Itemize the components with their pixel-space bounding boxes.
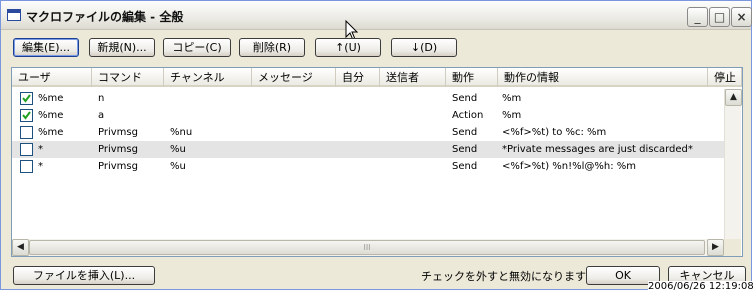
cell-action: Action — [452, 110, 484, 121]
cell-action-info: *Private messages are just discarded* — [502, 144, 693, 155]
move-up-button[interactable]: ↑(U) — [315, 38, 381, 57]
minimize-button[interactable]: _ — [687, 7, 708, 27]
cell-user: %me — [38, 127, 64, 138]
cell-channel: %nu — [170, 127, 193, 138]
delete-button[interactable]: 削除(R) — [239, 38, 305, 57]
table-row[interactable]: %me Privmsg %nu Send <%f>%t) to %c: %m — [12, 124, 724, 141]
cell-action: Send — [452, 161, 478, 172]
list-header: ユーザ コマンド チャンネル メッセージ 自分 送信者 動作 動作の情報 停止 — [12, 68, 742, 87]
cell-command: Privmsg — [98, 144, 138, 155]
checkmark-icon — [22, 94, 31, 103]
column-header-stop[interactable]: 停止 — [708, 68, 742, 87]
scrollbar-corner — [724, 239, 741, 256]
cell-user: * — [38, 161, 43, 172]
window-icon — [7, 9, 21, 21]
cell-action-info: <%f>%t) to %c: %m — [502, 127, 607, 138]
column-header-action-info[interactable]: 動作の情報 — [498, 68, 708, 87]
timestamp: 2006/06/26 12:19:08 — [648, 281, 754, 292]
table-row-selected[interactable]: * Privmsg %u Send *Private messages are … — [12, 141, 724, 158]
cell-action-info: %m — [502, 93, 522, 104]
column-header-self[interactable]: 自分 — [336, 68, 380, 87]
checkmark-icon — [22, 111, 31, 120]
window-title: マクロファイルの編集 - 全般 — [26, 10, 184, 24]
column-header-channel[interactable]: チャンネル — [164, 68, 252, 87]
cell-channel: %u — [170, 144, 186, 155]
cell-action-info: <%f>%t) %n!%l@%h: %m — [502, 161, 637, 172]
edit-button[interactable]: 編集(E)... — [13, 38, 79, 57]
cell-user: %me — [38, 93, 64, 104]
macro-list[interactable]: ユーザ コマンド チャンネル メッセージ 自分 送信者 動作 動作の情報 停止 … — [11, 67, 743, 257]
column-header-message[interactable]: メッセージ — [252, 68, 336, 87]
title-bar[interactable]: マクロファイルの編集 - 全般 _ □ × — [1, 1, 752, 30]
column-header-command[interactable]: コマンド — [92, 68, 164, 87]
vertical-scrollbar[interactable]: ▲ — [724, 89, 742, 240]
cell-command: Privmsg — [98, 127, 138, 138]
scroll-left-icon[interactable]: ◀ — [12, 239, 29, 256]
macro-editor-window: マクロファイルの編集 - 全般 _ □ × 編集(E)... 新規(N)... … — [0, 0, 752, 290]
cell-action: Send — [452, 93, 478, 104]
column-header-action[interactable]: 動作 — [446, 68, 498, 87]
row-checkbox[interactable] — [20, 160, 33, 173]
cell-action: Send — [452, 144, 478, 155]
row-checkbox[interactable] — [20, 109, 33, 122]
scroll-up-icon[interactable]: ▲ — [725, 89, 742, 106]
footer-note: チェックを外すと無効になります — [421, 270, 586, 283]
scroll-right-icon[interactable]: ▶ — [707, 239, 724, 256]
maximize-button[interactable]: □ — [709, 7, 730, 27]
scrollbar-thumb[interactable]: III — [29, 240, 705, 255]
cell-action: Send — [452, 127, 478, 138]
copy-button[interactable]: コピー(C) — [163, 38, 231, 57]
column-header-sender[interactable]: 送信者 — [380, 68, 446, 87]
cell-user: %me — [38, 110, 64, 121]
row-checkbox[interactable] — [20, 126, 33, 139]
cell-channel: %u — [170, 161, 186, 172]
insert-file-button[interactable]: ファイルを挿入(L)... — [13, 266, 155, 285]
horizontal-scrollbar[interactable]: ◀ III ▶ — [12, 239, 724, 256]
move-down-button[interactable]: ↓(D) — [391, 38, 457, 57]
row-checkbox[interactable] — [20, 92, 33, 105]
row-checkbox[interactable] — [20, 143, 33, 156]
close-button[interactable]: × — [731, 7, 752, 27]
cell-command: n — [98, 93, 105, 104]
new-button[interactable]: 新規(N)... — [89, 38, 155, 57]
cell-action-info: %m — [502, 110, 522, 121]
table-row[interactable]: * Privmsg %u Send <%f>%t) %n!%l@%h: %m — [12, 158, 724, 175]
cell-command: a — [98, 110, 105, 121]
table-row[interactable]: %me n Send %m — [12, 90, 724, 107]
cell-command: Privmsg — [98, 161, 138, 172]
table-row[interactable]: %me a Action %m — [12, 107, 724, 124]
cell-user: * — [38, 144, 43, 155]
column-header-user[interactable]: ユーザ — [12, 68, 92, 87]
